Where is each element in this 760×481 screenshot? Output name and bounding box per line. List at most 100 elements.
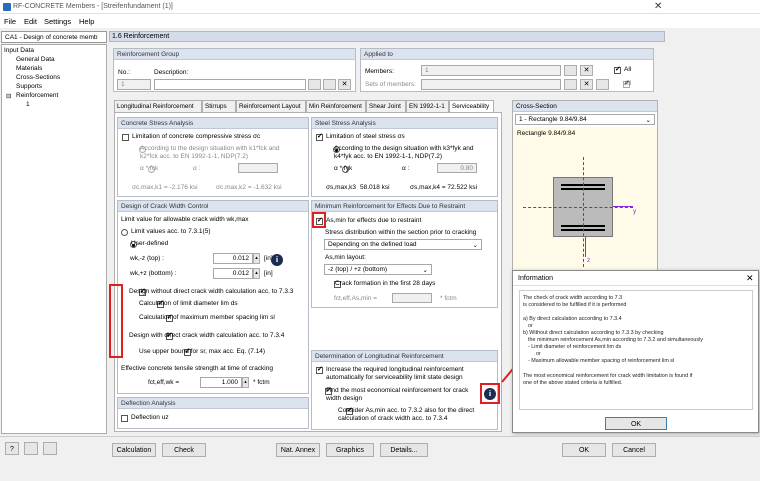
tree-cross-sections[interactable]: Cross-Sections — [16, 74, 60, 81]
min-reinforcement-title: Minimum Reinforcement for Effects Due to… — [312, 201, 497, 212]
y-axis-line — [523, 207, 633, 208]
menu-file[interactable]: File — [4, 17, 16, 26]
sets-input[interactable] — [421, 79, 561, 90]
all-members-checkbox[interactable] — [614, 65, 621, 74]
case-select-value: CA1 - Design of concrete memb — [5, 34, 98, 41]
reinforcement-group: Reinforcement Group No.: Description: 1 … — [113, 48, 356, 92]
dialog-close-icon[interactable]: ✕ — [746, 273, 754, 284]
increase-checkbox[interactable] — [316, 365, 323, 374]
concrete-alpha-input[interactable] — [238, 163, 278, 173]
limit-concrete-checkbox[interactable] — [122, 134, 129, 141]
fct-label: fct,eff,wk = — [148, 379, 180, 386]
export-icon[interactable] — [43, 442, 57, 455]
cancel-button[interactable]: Cancel — [612, 443, 656, 457]
info-icon-crack[interactable]: i — [271, 254, 283, 266]
members-value: 1 — [425, 67, 429, 74]
tab-min-reinforcement[interactable]: Min Reinforcement — [306, 100, 366, 112]
tree-reinforcement[interactable]: Reinforcement — [16, 92, 58, 99]
tab-en1992[interactable]: EN 1992-1-1 — [406, 100, 449, 112]
help-icon[interactable]: ? — [5, 442, 19, 455]
tab-shear-joint[interactable]: Shear Joint — [366, 100, 406, 112]
group-no-value: 1 — [121, 81, 125, 88]
check-button[interactable]: Check — [162, 443, 206, 457]
fct28-unit: * fctm — [440, 295, 457, 302]
cross-section-name: Rectangle 9.84/9.84 — [517, 130, 576, 137]
dialog-line: b) Without direct calculation according … — [523, 330, 664, 336]
dialog-title: Information — [518, 275, 554, 282]
tree-reinforcement-1[interactable]: 1 — [26, 101, 30, 108]
delete-icon[interactable]: ✕ — [338, 79, 351, 90]
upper-bound-label: Use upper bound for sr, max acc. Eq. (7.… — [139, 348, 266, 355]
details-button[interactable]: Details... — [380, 443, 428, 457]
applied-to-group: Applied to Members: Sets of members: 1 ✕… — [360, 48, 654, 92]
asmin-layout-value: -z (top) / +z (bottom) — [328, 266, 388, 273]
fct-spinner[interactable]: ▴ — [242, 377, 249, 388]
fct-input[interactable]: 1.000 — [200, 377, 242, 388]
no-label: No.: — [118, 69, 130, 76]
deflection-checkbox[interactable] — [121, 415, 128, 422]
menu-edit[interactable]: Edit — [24, 17, 37, 26]
steel-alpha-input[interactable]: 0.80 — [437, 163, 477, 173]
print-icon[interactable] — [24, 442, 38, 455]
menu-bar: File Edit Settings Help — [0, 14, 760, 28]
copy-icon[interactable] — [323, 79, 336, 90]
case-select[interactable]: CA1 - Design of concrete memb — [1, 31, 107, 43]
wk-bot-label: wk,+z (bottom) : — [130, 270, 177, 277]
stress-dist-select[interactable]: Depending on the defined load ⌄ — [324, 239, 482, 250]
description-input[interactable] — [154, 79, 306, 90]
concrete-smax2: σc,max,k2 = -1.632 ksi — [216, 184, 282, 191]
asmin-layout-select[interactable]: -z (top) / +z (bottom) ⌄ — [324, 264, 432, 275]
asmin-layout-label: As,min layout: — [325, 254, 366, 261]
tree-supports[interactable]: Supports — [16, 83, 42, 90]
limit-values-radio[interactable] — [121, 229, 128, 236]
wk-bot-input[interactable]: 0.012 — [213, 268, 253, 279]
wk-bot-spinner[interactable]: ▴ — [253, 268, 260, 279]
app-icon — [3, 3, 11, 11]
members-input[interactable]: 1 — [421, 65, 561, 76]
new-set-icon[interactable] — [596, 79, 609, 90]
tab-stirrups[interactable]: Stirrups — [202, 100, 236, 112]
cross-section-select[interactable]: 1 - Rectangle 9.84/9.84 ⌄ — [515, 114, 655, 125]
tab-layout[interactable]: Reinforcement Layout — [236, 100, 306, 112]
wk-top-spinner[interactable]: ▴ — [253, 253, 260, 264]
graphics-button[interactable]: Graphics — [326, 443, 374, 457]
wk-top-input[interactable]: 0.012 — [213, 253, 253, 264]
close-icon[interactable]: ✕ — [654, 1, 662, 12]
fct-unit: * fctm — [253, 379, 270, 386]
dialog-title-bar: Information ✕ — [513, 271, 758, 286]
clear-sets-icon[interactable]: ✕ — [580, 79, 593, 90]
tree-general-data[interactable]: General Data — [16, 56, 55, 63]
select-members-icon[interactable] — [564, 65, 577, 76]
deflection-group: Deflection Analysis Deflection uz — [117, 397, 309, 429]
deflection-label: Deflection uz — [131, 414, 169, 421]
limit-steel-label: Limitation of steel stress σs — [326, 133, 405, 140]
group-no-select[interactable]: 1 — [117, 79, 151, 90]
concrete-stress-title: Concrete Stress Analysis — [118, 118, 308, 129]
concrete-stress-group: Concrete Stress Analysis Limitation of c… — [117, 117, 309, 197]
steel-design-label-2: k4*fyk acc. to EN 1992-1-1, NDP(7.2) — [334, 153, 443, 160]
tab-longitudinal[interactable]: Longitudinal Reinforcement — [114, 100, 202, 112]
fct28-input[interactable] — [392, 293, 432, 303]
page-title: 1.6 Reinforcement — [112, 33, 170, 40]
window-title: RF-CONCRETE Members - [Streifenfundament… — [13, 3, 173, 10]
dialog-ok-button[interactable]: OK — [605, 417, 667, 430]
calculation-button[interactable]: Calculation — [112, 443, 156, 457]
tree-input-data[interactable]: Input Data — [4, 47, 34, 54]
tree-materials[interactable]: Materials — [16, 65, 42, 72]
nat-annex-button[interactable]: Nat. Annex — [276, 443, 320, 457]
limit-steel-checkbox[interactable] — [316, 132, 323, 141]
clear-members-icon[interactable]: ✕ — [580, 65, 593, 76]
menu-help[interactable]: Help — [79, 17, 94, 26]
tree-expand-icon[interactable]: ⊟ — [6, 92, 11, 100]
navigator-tree: Input Data General Data Materials Cross-… — [1, 44, 107, 434]
dialog-line: - Maximum allowable member spacing of re… — [528, 358, 675, 364]
steel-alpha-label: α * fyk — [334, 165, 353, 172]
ok-button[interactable]: OK — [562, 443, 606, 457]
dialog-line: or — [536, 351, 541, 357]
description-label: Description: — [154, 69, 189, 76]
y-axis-label: y — [633, 208, 637, 215]
wk-bot-unit: [in] — [264, 270, 273, 277]
new-icon[interactable] — [308, 79, 321, 90]
select-sets-icon[interactable] — [564, 79, 577, 90]
menu-settings[interactable]: Settings — [44, 17, 71, 26]
